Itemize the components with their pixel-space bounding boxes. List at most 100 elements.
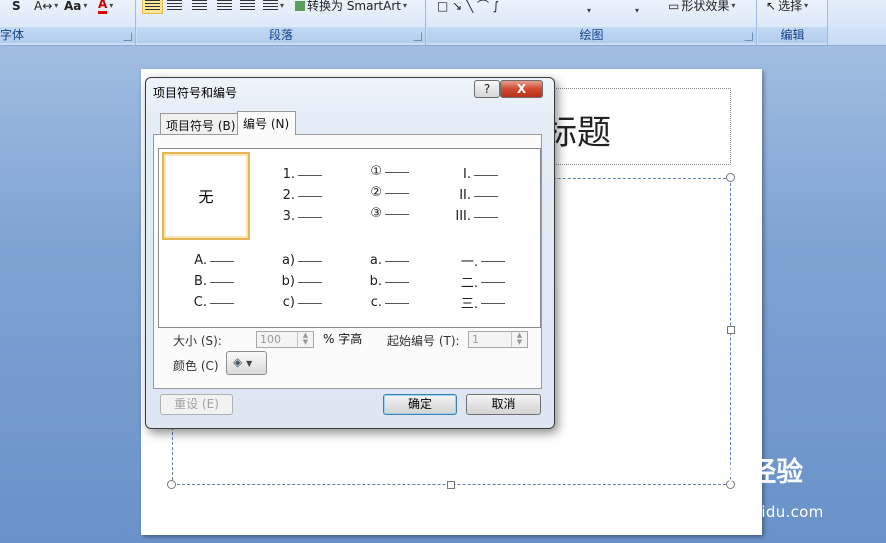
- color-label: 颜色 (C): [173, 359, 219, 373]
- baidu-logo: Bai: [676, 455, 724, 488]
- help-button[interactable]: ?: [474, 80, 500, 98]
- ribbon-group-label: 段落: [137, 27, 425, 43]
- style-upper-roman[interactable]: I. II. III.: [440, 152, 526, 238]
- char-spacing-icon: A↔: [34, 0, 53, 13]
- style-item: b.: [369, 273, 382, 289]
- ribbon-group-paragraph: ▾ 转换为 SmartArt ▾ 段落: [137, 0, 426, 45]
- align-right-icon: [192, 0, 207, 12]
- baidu-jingyan-watermark: Bai❀ 经验: [676, 450, 803, 489]
- align-right-button[interactable]: [192, 0, 207, 14]
- style-item: c): [282, 294, 295, 310]
- ribbon-group-font: S A↔ ▾ Aa ▾ A ▾ 字体: [0, 0, 136, 45]
- align-center-icon: [167, 0, 182, 12]
- style-item: B.: [193, 273, 207, 289]
- align-left-icon: [145, 0, 160, 12]
- style-item: ①: [370, 163, 382, 179]
- start-at-label: 起始编号 (T):: [387, 334, 460, 348]
- style-item: 3.: [282, 208, 295, 224]
- ribbon-group-label: 编辑: [758, 27, 827, 43]
- chevron-down-icon: ▼: [246, 359, 253, 368]
- justify-icon: [217, 0, 232, 12]
- style-item: ②: [370, 184, 382, 200]
- size-label: 大小 (S):: [173, 334, 222, 348]
- style-item: 二.: [460, 275, 478, 291]
- convert-smartart-button[interactable]: 转换为 SmartArt ▾: [295, 0, 407, 14]
- tab-numbering[interactable]: 编号 (N): [237, 111, 297, 135]
- shapes-icon: □ ↘ ╲ ⌒ ∫: [437, 0, 500, 13]
- font-dialog-launcher[interactable]: [123, 32, 132, 41]
- style-item: III.: [455, 208, 471, 224]
- cancel-button[interactable]: 取消: [466, 394, 541, 415]
- size-unit-label: % 字高: [323, 332, 363, 346]
- columns-button[interactable]: ▾: [263, 0, 284, 14]
- resize-handle-right[interactable]: [727, 326, 735, 334]
- tab-bullets[interactable]: 项目符号 (B): [160, 113, 243, 135]
- style-upper-alpha[interactable]: A. B. C.: [176, 238, 262, 324]
- numbering-style-gallery: 无 1. 2. 3. ① ② ③ I. II. III. A. B. C. a)…: [158, 148, 541, 328]
- bullets-numbering-dialog: 项目符号和编号 ? X 项目符号 (B) 编号 (N) 无 1. 2. 3. ①…: [145, 77, 555, 429]
- shapes-gallery[interactable]: □ ↘ ╲ ⌒ ∫: [437, 0, 499, 14]
- cursor-icon: ↖: [766, 0, 777, 13]
- smartart-icon: [295, 0, 305, 11]
- ribbon-group-editing: ↖ 选择 ▾ 编辑: [758, 0, 828, 45]
- style-item: I.: [463, 166, 471, 182]
- dialog-title: 项目符号和编号: [153, 86, 238, 100]
- justify-button[interactable]: [217, 0, 232, 14]
- size-value: 100: [260, 333, 281, 346]
- align-center-button[interactable]: [167, 0, 182, 14]
- style-item: A.: [194, 252, 207, 268]
- style-circled-number[interactable]: ① ② ③: [351, 149, 437, 235]
- size-spinner[interactable]: 100 ▲ ▼: [256, 331, 314, 348]
- paint-bucket-icon: ◈: [233, 355, 243, 369]
- style-chinese-number[interactable]: 一. 二. 三.: [444, 238, 530, 324]
- ribbon-group-drawing: □ ↘ ╲ ⌒ ∫ ▾ ▾ ▭ 形状效果 ▾ 绘图: [427, 0, 757, 45]
- style-item: II.: [459, 187, 471, 203]
- paw-icon: ❀: [722, 455, 746, 488]
- style-none[interactable]: 无: [162, 152, 250, 240]
- reset-button[interactable]: 重设 (E): [160, 394, 233, 415]
- arrange-dropdown[interactable]: ▾: [587, 2, 591, 19]
- start-at-spinner[interactable]: 1 ▲ ▼: [468, 331, 528, 348]
- select-button[interactable]: ↖ 选择 ▾: [766, 0, 808, 14]
- font-color-button[interactable]: A ▾: [98, 0, 113, 14]
- distribute-button[interactable]: [240, 0, 255, 14]
- color-picker-button[interactable]: ◈ ▼: [226, 351, 267, 375]
- char-spacing-button[interactable]: A↔ ▾: [34, 0, 58, 14]
- style-item: c.: [370, 294, 382, 310]
- ribbon-group-label: 字体: [0, 27, 135, 43]
- style-item: 一.: [460, 254, 478, 270]
- style-lower-alpha-paren[interactable]: a) b) c): [264, 238, 350, 324]
- style-none-label: 无: [198, 187, 214, 206]
- resize-handle-bottom[interactable]: [447, 481, 455, 489]
- style-arabic-period[interactable]: 1. 2. 3.: [264, 152, 350, 238]
- shape-effects-button[interactable]: ▭ 形状效果 ▾: [668, 0, 735, 14]
- style-item: 2.: [282, 187, 295, 203]
- ribbon: S A↔ ▾ Aa ▾ A ▾ 字体 ▾ 转换为 SmartArt ▾ 段落 □ ↘ ╲…: [0, 0, 886, 46]
- spinner-arrows-icon[interactable]: ▲ ▼: [297, 332, 313, 347]
- distribute-icon: [240, 0, 255, 12]
- change-case-button[interactable]: Aa ▾: [64, 0, 87, 14]
- ok-button[interactable]: 确定: [383, 394, 457, 415]
- watermark-url: jingyan.baidu.com: [680, 503, 824, 521]
- close-button[interactable]: X: [500, 80, 543, 98]
- ribbon-group-label: 绘图: [427, 27, 756, 43]
- shadow-button[interactable]: S: [12, 0, 21, 14]
- columns-icon: [263, 0, 278, 12]
- paragraph-dialog-launcher[interactable]: [413, 32, 422, 41]
- shape-effects-icon: ▭: [668, 0, 680, 13]
- style-lower-alpha-period[interactable]: a. b. c.: [351, 238, 437, 324]
- style-item: ③: [370, 205, 382, 221]
- drawing-dialog-launcher[interactable]: [744, 32, 753, 41]
- quick-styles-dropdown[interactable]: ▾: [635, 2, 639, 19]
- style-item: C.: [193, 294, 207, 310]
- align-left-button[interactable]: [142, 0, 163, 14]
- start-value: 1: [472, 333, 479, 346]
- style-item: 三.: [460, 296, 478, 312]
- style-item: a): [281, 252, 295, 268]
- style-item: 1.: [282, 166, 295, 182]
- resize-handle-top-right[interactable]: [726, 173, 735, 182]
- resize-handle-bottom-left[interactable]: [167, 480, 176, 489]
- watermark-text: 经验: [749, 457, 804, 488]
- style-item: b): [281, 273, 295, 289]
- spinner-arrows-icon[interactable]: ▲ ▼: [511, 332, 527, 347]
